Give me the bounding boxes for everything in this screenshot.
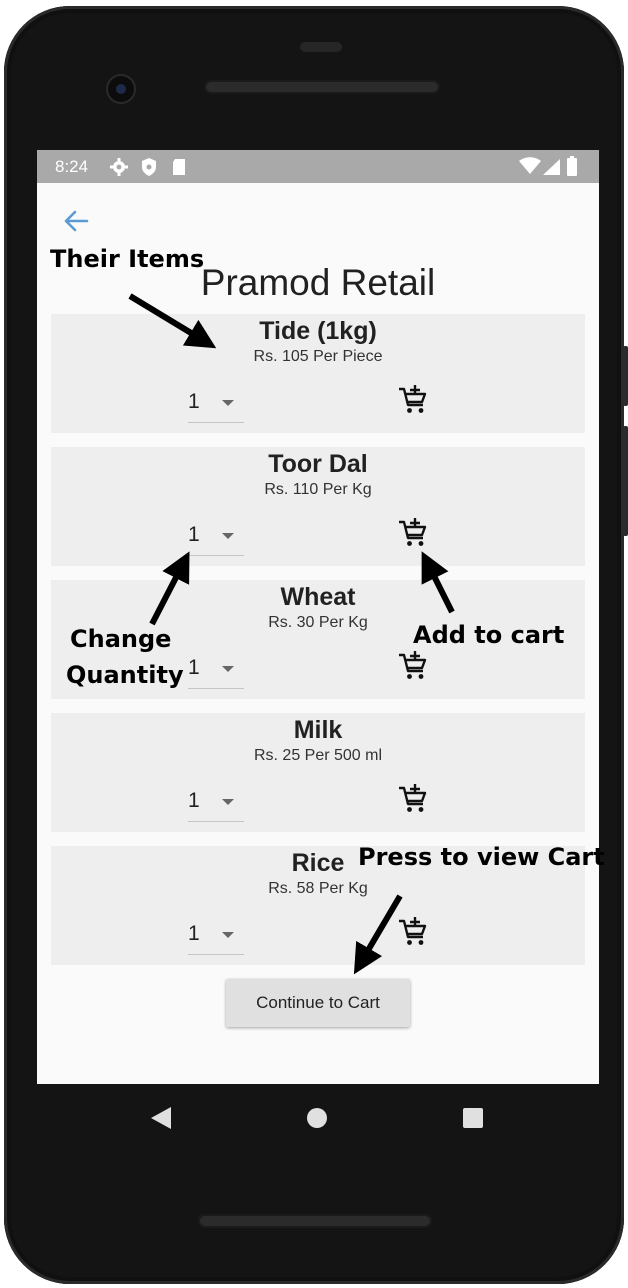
- quantity-dropdown[interactable]: 1: [188, 920, 244, 955]
- caret-down-icon: [222, 400, 234, 406]
- front-camera: [108, 76, 134, 102]
- arrow-left-icon: [63, 210, 89, 237]
- item-name: Milk: [293, 716, 343, 744]
- add-to-cart-button[interactable]: [397, 517, 429, 549]
- battery-icon: [567, 156, 577, 181]
- status-time: 8:24: [55, 157, 89, 176]
- top-slot: [300, 42, 342, 52]
- quantity-dropdown[interactable]: 1: [188, 388, 244, 423]
- triangle-back-icon[interactable]: [150, 1106, 172, 1135]
- quantity-dropdown[interactable]: 1: [188, 654, 244, 689]
- item-price: Rs. 105 Per Piece: [253, 348, 383, 365]
- cart-plus-icon: [397, 784, 429, 819]
- quantity-value: 1: [188, 523, 200, 546]
- settings-icon: [109, 157, 129, 182]
- add-to-cart-button[interactable]: [397, 916, 429, 948]
- quantity-value: 1: [188, 390, 200, 413]
- shield-icon: [140, 157, 158, 182]
- item-card: Milk Rs. 25 Per 500 ml 1: [51, 713, 585, 832]
- cart-plus-icon: [397, 518, 429, 553]
- side-button: [623, 346, 628, 406]
- app-screen: 8:24 Pramod Retail Tide (1kg) Rs. 105 Pe…: [37, 150, 599, 1084]
- annotation-change-quantity: Change Quantity: [66, 624, 184, 690]
- add-to-cart-button[interactable]: [397, 384, 429, 416]
- annotation-add-to-cart: Add to cart: [413, 621, 565, 649]
- add-to-cart-button[interactable]: [397, 783, 429, 815]
- continue-to-cart-button[interactable]: Continue to Cart: [226, 979, 410, 1027]
- item-card: Tide (1kg) Rs. 105 Per Piece 1: [51, 314, 585, 433]
- caret-down-icon: [222, 533, 234, 539]
- back-button[interactable]: [61, 208, 91, 238]
- quantity-value: 1: [188, 789, 200, 812]
- caret-down-icon: [222, 932, 234, 938]
- quantity-dropdown[interactable]: 1: [188, 787, 244, 822]
- annotation-their-items: Their Items: [50, 245, 205, 273]
- earpiece-speaker: [204, 80, 440, 94]
- annotation-line: Quantity: [66, 661, 184, 689]
- add-to-cart-button[interactable]: [397, 650, 429, 682]
- caret-down-icon: [222, 666, 234, 672]
- sd-card-icon: [171, 157, 187, 182]
- quantity-value: 1: [188, 922, 200, 945]
- quantity-value: 1: [188, 656, 200, 679]
- annotation-line: Change: [70, 625, 172, 653]
- wifi-icon: [519, 157, 541, 180]
- item-price: Rs. 25 Per 500 ml: [253, 747, 383, 764]
- annotation-press-to-view-cart: Press to view Cart: [358, 843, 605, 871]
- item-name: Toor Dal: [268, 450, 368, 478]
- side-button: [623, 426, 628, 536]
- circle-home-icon[interactable]: [306, 1107, 328, 1134]
- cart-plus-icon: [397, 651, 429, 686]
- square-recents-icon[interactable]: [462, 1107, 484, 1134]
- signal-icon: [543, 159, 561, 180]
- item-name: Wheat: [280, 583, 356, 611]
- caret-down-icon: [222, 799, 234, 805]
- cart-plus-icon: [397, 385, 429, 420]
- item-name: Tide (1kg): [259, 317, 377, 345]
- item-card: Toor Dal Rs. 110 Per Kg 1: [51, 447, 585, 566]
- quantity-dropdown[interactable]: 1: [188, 521, 244, 556]
- cart-plus-icon: [397, 917, 429, 952]
- item-price: Rs. 110 Per Kg: [264, 481, 372, 498]
- item-price: Rs. 58 Per Kg: [268, 880, 368, 897]
- bottom-speaker: [198, 1214, 432, 1228]
- status-bar: 8:24: [37, 150, 599, 183]
